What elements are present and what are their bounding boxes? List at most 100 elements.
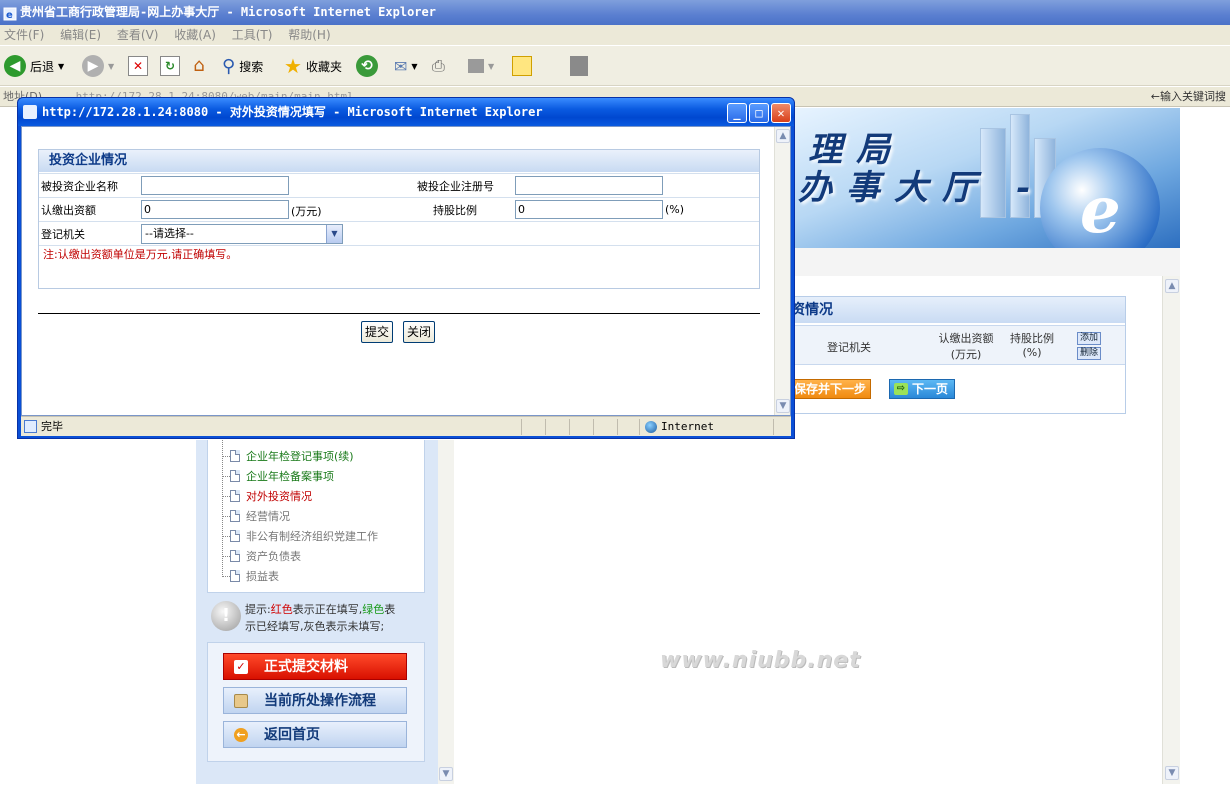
popup-title: http://172.28.1.24:8080 - 对外投资情况填写 - Mic… [42,105,543,119]
svg-text:e: e [6,10,13,21]
menu-file[interactable]: 文件(F) [4,28,44,42]
zone-text: Internet [661,420,714,433]
nav-label: 企业年检登记事项(续) [246,450,354,463]
status-divider [617,419,618,435]
scroll-down-icon[interactable]: ▼ [1165,766,1179,780]
amount-input[interactable]: 0 [141,200,289,219]
form-row: 被投资企业名称 被投企业注册号 [39,173,759,197]
messenger-button[interactable] [570,54,588,78]
hint-line1: 提示:红色表示正在填写,绿色表 [245,601,395,618]
scroll-down-icon[interactable]: ▼ [439,767,453,781]
menu-view[interactable]: 查看(V) [117,28,159,42]
scroll-up-icon[interactable]: ▲ [776,129,790,143]
registry-select[interactable]: --请选择-- ▼ [141,224,343,244]
return-home-label: 返回首页 [264,727,320,743]
hint-mid: 表示正在填写, [292,603,363,616]
flow-icon [234,694,248,708]
table-header: 登记机关 认缴出资额 (万元) 持股比例 (%) 添加 删除 [791,325,1125,365]
delete-button[interactable]: 删除 [1077,347,1102,360]
ie-page-icon [24,420,37,433]
history-button[interactable]: ⟲ [356,54,378,78]
col-amount-line2: (万元) [950,348,982,361]
printer-icon: ⎙ [432,56,445,75]
nav-item-income-statement[interactable]: 损益表 [230,568,279,584]
popup-window: http://172.28.1.24:8080 - 对外投资情况填写 - Mic… [17,97,795,439]
scroll-up-icon[interactable]: ▲ [1165,279,1179,293]
status-divider [639,419,640,435]
home-button[interactable]: ⌂ [188,54,210,78]
nav-item-investment[interactable]: 对外投资情况 [230,488,312,504]
nav-item-operations[interactable]: 经营情况 [230,508,290,524]
favorites-button[interactable]: ★ 收藏夹 [284,54,342,78]
document-icon [230,530,240,542]
note-icon [512,56,532,76]
messenger-icon [570,56,588,76]
current-flow-button[interactable]: 当前所处操作流程 [223,687,407,714]
nav-label: 资产负债表 [246,550,301,563]
popup-scrollbar[interactable]: ▲ ▼ [774,127,790,415]
edit-button[interactable]: ▼ [468,54,494,78]
main-scrollbar[interactable]: ▲ ▼ [1162,276,1180,784]
investment-form: 投资企业情况 被投资企业名称 被投企业注册号 认缴出资额 0 (万元) 持股比例… [38,149,760,289]
nav-label: 经营情况 [246,510,290,523]
return-home-button[interactable]: ← 返回首页 [223,721,407,748]
add-button[interactable]: 添加 [1077,332,1102,345]
popup-title-bar[interactable]: http://172.28.1.24:8080 - 对外投资情况填写 - Mic… [18,98,794,126]
status-divider [545,419,546,435]
history-icon: ⟲ [356,55,378,77]
submit-button[interactable]: 提交 [361,321,394,343]
watermark: www.niubb.net [660,648,861,673]
unit-note: 注:认缴出资额单位是万元,请正确填写。 [39,245,759,263]
nav-item-balance-sheet[interactable]: 资产负债表 [230,548,301,564]
company-name-input[interactable] [141,176,289,195]
close-icon[interactable]: ✕ [771,103,791,123]
reg-no-input[interactable] [515,176,663,195]
menu-favorites[interactable]: 收藏(A) [174,28,216,42]
hint-prefix: 提示: [245,603,271,616]
close-button[interactable]: 关闭 [403,321,436,343]
edit-icon [468,59,484,73]
nav-item-party-building[interactable]: 非公有制经济组织党建工作 [230,528,378,544]
menu-edit[interactable]: 编辑(E) [60,28,101,42]
discuss-button[interactable] [512,54,532,78]
refresh-button[interactable]: ↻ [160,54,180,78]
keyword-hint[interactable]: ←输入关键词搜 [1151,87,1226,107]
hint-suffix: 表 [384,603,396,616]
back-arrow-icon: ◀ [4,55,26,77]
back-button[interactable]: ◀ 后退 ▼ [4,54,64,78]
formal-submit-button[interactable]: ✓ 正式提交材料 [223,653,407,680]
exclamation-icon: ! [211,601,241,631]
hint-box: ! 提示:红色表示正在填写,绿色表 示已经填写,灰色表示未填写; [207,597,425,637]
menu-help[interactable]: 帮助(H) [288,28,330,42]
menu-tools[interactable]: 工具(T) [232,28,273,42]
next-page-label: 下一页 [912,382,949,396]
ratio-label: 持股比例 [433,204,477,217]
checkbox-checked-icon: ✓ [234,660,248,674]
maximize-icon[interactable]: □ [749,103,769,123]
banner-text-line2: 办事大厅 - [798,168,1044,208]
document-icon [230,550,240,562]
document-icon [230,570,240,582]
nav-item-annual-filing[interactable]: 企业年检备案事项 [230,468,334,484]
search-button[interactable]: ⚲ 搜索 [222,54,263,78]
current-flow-label: 当前所处操作流程 [264,693,376,709]
mail-button[interactable]: ✉ ▼ [394,54,418,78]
back-circle-icon: ← [234,728,248,742]
nav-item-annual-reg-cont[interactable]: 企业年检登记事项(续) [230,448,354,464]
scroll-down-icon[interactable]: ▼ [776,399,790,413]
popup-content: 投资企业情况 被投资企业名称 被投企业注册号 认缴出资额 0 (万元) 持股比例… [21,126,791,416]
stop-button[interactable]: ✕ [128,54,148,78]
ratio-input[interactable]: 0 [515,200,663,219]
chevron-down-icon[interactable]: ▼ [326,225,342,243]
save-next-button[interactable]: 保存并下一步 [789,379,872,399]
back-label: 后退 [30,59,55,74]
print-button[interactable]: ⎙ [432,54,445,78]
minimize-icon[interactable]: _ [727,103,747,123]
stop-icon: ✕ [128,56,148,76]
forward-button[interactable]: ▶ ▼ [82,54,114,78]
toolbar: ◀ 后退 ▼ ▶ ▼ ✕ ↻ ⌂ ⚲ 搜索 ★ 收藏夹 ⟲ ✉ ▼ ⎙ ▼ [0,46,1230,86]
next-page-button[interactable]: ⇨ 下一页 [889,379,956,399]
mail-icon: ✉ [394,56,408,76]
home-icon: ⌂ [193,55,205,76]
left-scrollbar[interactable]: ▼ [438,440,454,784]
